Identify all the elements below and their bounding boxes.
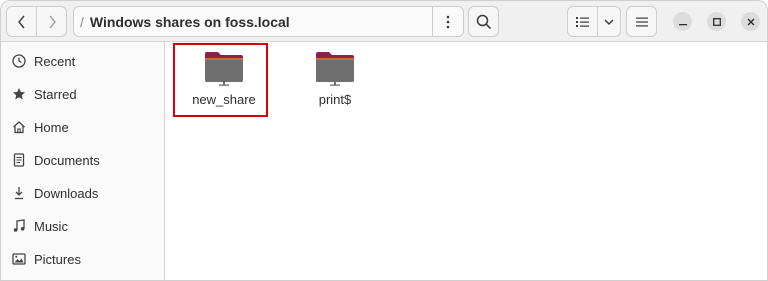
sidebar-item-label: Documents	[34, 152, 100, 168]
sidebar-item-label: Music	[34, 218, 68, 234]
sidebar-item-pictures[interactable]: Pictures	[1, 243, 164, 275]
maximize-icon	[712, 17, 721, 26]
minimize-button[interactable]	[673, 12, 692, 31]
download-icon	[11, 185, 27, 201]
header-bar: / Windows shares on foss.local	[1, 1, 767, 42]
file-item-print[interactable]: print$	[287, 44, 383, 118]
back-button[interactable]	[6, 6, 37, 37]
picture-icon	[11, 251, 27, 267]
places-sidebar: Recent Starred Home Documents Downloads	[1, 42, 165, 280]
view-options-dropdown[interactable]	[597, 6, 621, 37]
sidebar-item-documents[interactable]: Documents	[1, 144, 164, 176]
search-button[interactable]	[468, 6, 499, 37]
forward-button[interactable]	[36, 6, 67, 37]
sidebar-item-starred[interactable]: Starred	[1, 78, 164, 110]
close-button[interactable]	[741, 12, 760, 31]
main-menu-button[interactable]	[626, 6, 657, 37]
chevron-down-icon	[604, 19, 614, 25]
path-separator: /	[80, 13, 84, 30]
sidebar-item-home[interactable]: Home	[1, 111, 164, 143]
clock-icon	[11, 53, 27, 69]
hamburger-icon	[635, 17, 648, 26]
network-folder-icon	[316, 52, 354, 86]
document-icon	[11, 152, 27, 168]
list-view-icon	[575, 16, 589, 27]
sidebar-item-downloads[interactable]: Downloads	[1, 177, 164, 209]
sidebar-item-recent[interactable]: Recent	[1, 45, 164, 77]
sidebar-item-label: Downloads	[34, 185, 99, 201]
file-manager-window: / Windows shares on foss.local Recent St…	[0, 0, 768, 281]
search-icon	[476, 14, 491, 29]
vertical-dots-icon	[446, 15, 450, 28]
minimize-icon	[678, 23, 687, 25]
sidebar-item-label: Pictures	[34, 251, 81, 267]
maximize-button[interactable]	[707, 12, 726, 31]
star-icon	[11, 86, 27, 102]
sidebar-item-label: Recent	[34, 53, 76, 69]
path-menu-button[interactable]	[432, 6, 463, 37]
path-bar[interactable]: / Windows shares on foss.local	[73, 6, 464, 37]
music-icon	[11, 218, 27, 234]
sidebar-item-label: Starred	[34, 86, 77, 102]
selection-highlight-box	[173, 43, 268, 117]
path-title[interactable]: Windows shares on foss.local	[90, 14, 290, 30]
close-icon	[747, 18, 754, 25]
home-icon	[11, 119, 27, 135]
view-mode-button[interactable]	[567, 6, 598, 37]
file-name: print$	[318, 92, 352, 107]
sidebar-item-music[interactable]: Music	[1, 210, 164, 242]
chevron-right-icon	[48, 15, 56, 28]
chevron-left-icon	[17, 15, 25, 28]
sidebar-item-label: Home	[34, 119, 69, 135]
